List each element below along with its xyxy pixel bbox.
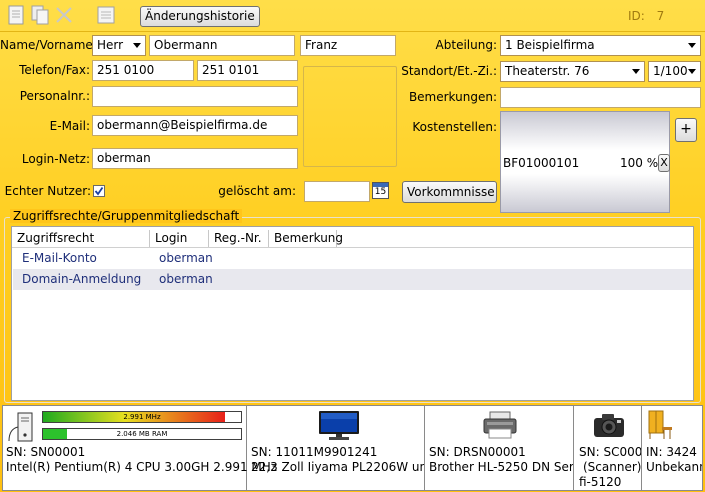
real-user-label: Echter Nutzer: bbox=[4, 184, 91, 198]
access-table[interactable]: Zugriffsrecht Login Reg.-Nr. Bemerkung E… bbox=[11, 226, 694, 401]
salutation-value: Herr bbox=[97, 38, 124, 52]
calendar-icon[interactable]: 15 bbox=[372, 182, 389, 199]
location-value: Theaterstr. 76 bbox=[505, 64, 590, 78]
department-select[interactable]: 1 Beispielfirma bbox=[500, 35, 701, 56]
column-header-remark[interactable]: Bemerkung bbox=[269, 230, 343, 247]
deleted-label: gelöscht am: bbox=[218, 184, 296, 198]
column-header-login[interactable]: Login bbox=[150, 230, 209, 247]
calendar-day: 15 bbox=[374, 187, 387, 197]
first-name-input[interactable]: Franz bbox=[300, 35, 396, 56]
device-monitor-text: SN: 11011M9901241 22,3 Zoll Iiyama PL220… bbox=[251, 445, 424, 475]
furniture-icon bbox=[648, 410, 672, 439]
cell-login: oberman bbox=[159, 251, 213, 265]
printer-icon bbox=[483, 411, 517, 439]
scanner-description: (Scanner) bbox=[583, 460, 642, 474]
device-furniture-text: IN: 3424 Unbekannt bbox=[646, 445, 702, 475]
id-value: 7 bbox=[656, 9, 665, 23]
id-label: ID: bbox=[628, 9, 645, 23]
chevron-down-icon bbox=[688, 69, 696, 74]
fax-input[interactable]: 251 0101 bbox=[197, 60, 298, 81]
login-label: Login-Netz: bbox=[21, 152, 90, 166]
ram-bar-text: 2.046 MB RAM bbox=[116, 430, 168, 438]
chevron-down-icon bbox=[688, 43, 696, 48]
device-monitor[interactable]: SN: 11011M9901241 22,3 Zoll Iiyama PL220… bbox=[248, 406, 425, 490]
cpu-bar: 2.991 MHz bbox=[42, 411, 242, 423]
history-button[interactable]: Änderungshistorie bbox=[140, 6, 260, 27]
table-row[interactable]: Domain-Anmeldung oberman bbox=[13, 269, 693, 290]
department-label: Abteilung: bbox=[435, 38, 497, 52]
cell-login: oberman bbox=[159, 272, 213, 286]
furniture-description: Unbekannt bbox=[646, 460, 702, 474]
remarks-input[interactable] bbox=[500, 87, 701, 108]
name-label: Name/Vorname: bbox=[0, 38, 97, 52]
personnel-label: Personalnr.: bbox=[19, 89, 90, 103]
phone-label: Telefon/Fax: bbox=[19, 63, 90, 77]
chevron-down-icon bbox=[632, 69, 640, 74]
salutation-select[interactable]: Herr bbox=[92, 35, 146, 56]
location-select[interactable]: Theaterstr. 76 bbox=[500, 61, 645, 82]
incidents-button[interactable]: Vorkommnisse bbox=[402, 181, 497, 203]
email-input[interactable]: obermann@Beispielfirma.de bbox=[92, 115, 298, 136]
phone-input[interactable]: 251 0100 bbox=[92, 60, 194, 81]
scanner-serial: SN: SC0001 bbox=[579, 445, 642, 459]
scanner-model: fi-5120 bbox=[579, 475, 622, 489]
printer-serial: SN: DRSN00001 bbox=[429, 445, 526, 459]
device-printer[interactable]: SN: DRSN00001 Brother HL-5250 DN Series bbox=[426, 406, 574, 490]
add-cost-center-button[interactable]: + bbox=[675, 118, 697, 142]
cost-center-code: BF01000101 bbox=[503, 156, 580, 170]
computer-tower-icon bbox=[8, 412, 33, 442]
device-computer[interactable]: 2.991 MHz 2.046 MB RAM SN: SN00001 Intel… bbox=[3, 406, 277, 490]
personnel-input[interactable] bbox=[92, 86, 298, 107]
last-name-input[interactable]: Obermann bbox=[149, 35, 295, 56]
monitor-serial: SN: 11011M9901241 bbox=[251, 445, 378, 459]
location-label: Standort/Et.-Zi.: bbox=[401, 64, 497, 78]
cost-center-percent: 100 % bbox=[620, 156, 659, 170]
chevron-down-icon bbox=[133, 43, 141, 48]
department-value: 1 Beispielfirma bbox=[505, 38, 595, 52]
checkmark-icon bbox=[94, 186, 104, 196]
device-bar: 2.991 MHz 2.046 MB RAM SN: SN00001 Intel… bbox=[2, 405, 703, 491]
delete-icon[interactable] bbox=[53, 4, 75, 26]
device-computer-text: SN: SN00001 Intel(R) Pentium(R) 4 CPU 3.… bbox=[6, 445, 277, 475]
remove-cost-center-button[interactable]: X bbox=[658, 154, 670, 172]
report-icon[interactable] bbox=[95, 4, 117, 26]
cost-center-row: BF01000101 100 % X bbox=[501, 153, 670, 173]
cost-center-label: Kostenstellen: bbox=[412, 120, 497, 134]
cost-center-list[interactable]: BF01000101 100 % X bbox=[500, 111, 670, 213]
camera-icon bbox=[594, 414, 624, 437]
access-group-title: Zugriffsrechte/Gruppenmitgliedschaft bbox=[10, 209, 243, 223]
monitor-icon bbox=[319, 411, 359, 440]
new-document-icon[interactable] bbox=[5, 4, 27, 26]
email-label: E-Mail: bbox=[49, 119, 90, 133]
ram-bar: 2.046 MB RAM bbox=[42, 428, 242, 440]
room-value: 1/100 bbox=[653, 64, 688, 78]
table-row[interactable]: E-Mail-Konto oberman bbox=[13, 248, 693, 269]
printer-description: Brother HL-5250 DN Series bbox=[429, 460, 574, 474]
furniture-inventory: IN: 3424 bbox=[646, 445, 697, 459]
room-select[interactable]: 1/100 bbox=[648, 61, 701, 82]
cell-right: E-Mail-Konto bbox=[22, 251, 97, 265]
device-furniture[interactable]: IN: 3424 Unbekannt bbox=[643, 406, 702, 490]
copy-icon[interactable] bbox=[29, 4, 51, 26]
device-scanner-text: SN: SC0001 (Scanner) fi-5120 bbox=[579, 445, 642, 490]
remarks-label: Bemerkungen: bbox=[408, 90, 497, 104]
device-printer-text: SN: DRSN00001 Brother HL-5250 DN Series bbox=[429, 445, 574, 475]
real-user-checkbox[interactable] bbox=[93, 185, 105, 197]
cpu-bar-text: 2.991 MHz bbox=[123, 413, 161, 421]
computer-serial: SN: SN00001 bbox=[6, 445, 86, 459]
computer-description: Intel(R) Pentium(R) 4 CPU 3.00GH 2.991 M… bbox=[6, 460, 278, 474]
column-header-reg[interactable]: Reg.-Nr. bbox=[209, 230, 269, 247]
cell-right: Domain-Anmeldung bbox=[22, 272, 142, 286]
deleted-date-input[interactable] bbox=[304, 181, 370, 202]
photo-box[interactable] bbox=[303, 66, 397, 167]
device-scanner[interactable]: SN: SC0001 (Scanner) fi-5120 bbox=[575, 406, 642, 490]
monitor-description: 22,3 Zoll Iiyama PL2206W unbek bbox=[251, 460, 424, 474]
toolbar-divider bbox=[0, 31, 705, 32]
id-display: ID: 7 bbox=[628, 9, 664, 23]
login-input[interactable]: oberman bbox=[92, 148, 298, 169]
column-header-right[interactable]: Zugriffsrecht bbox=[12, 230, 150, 247]
